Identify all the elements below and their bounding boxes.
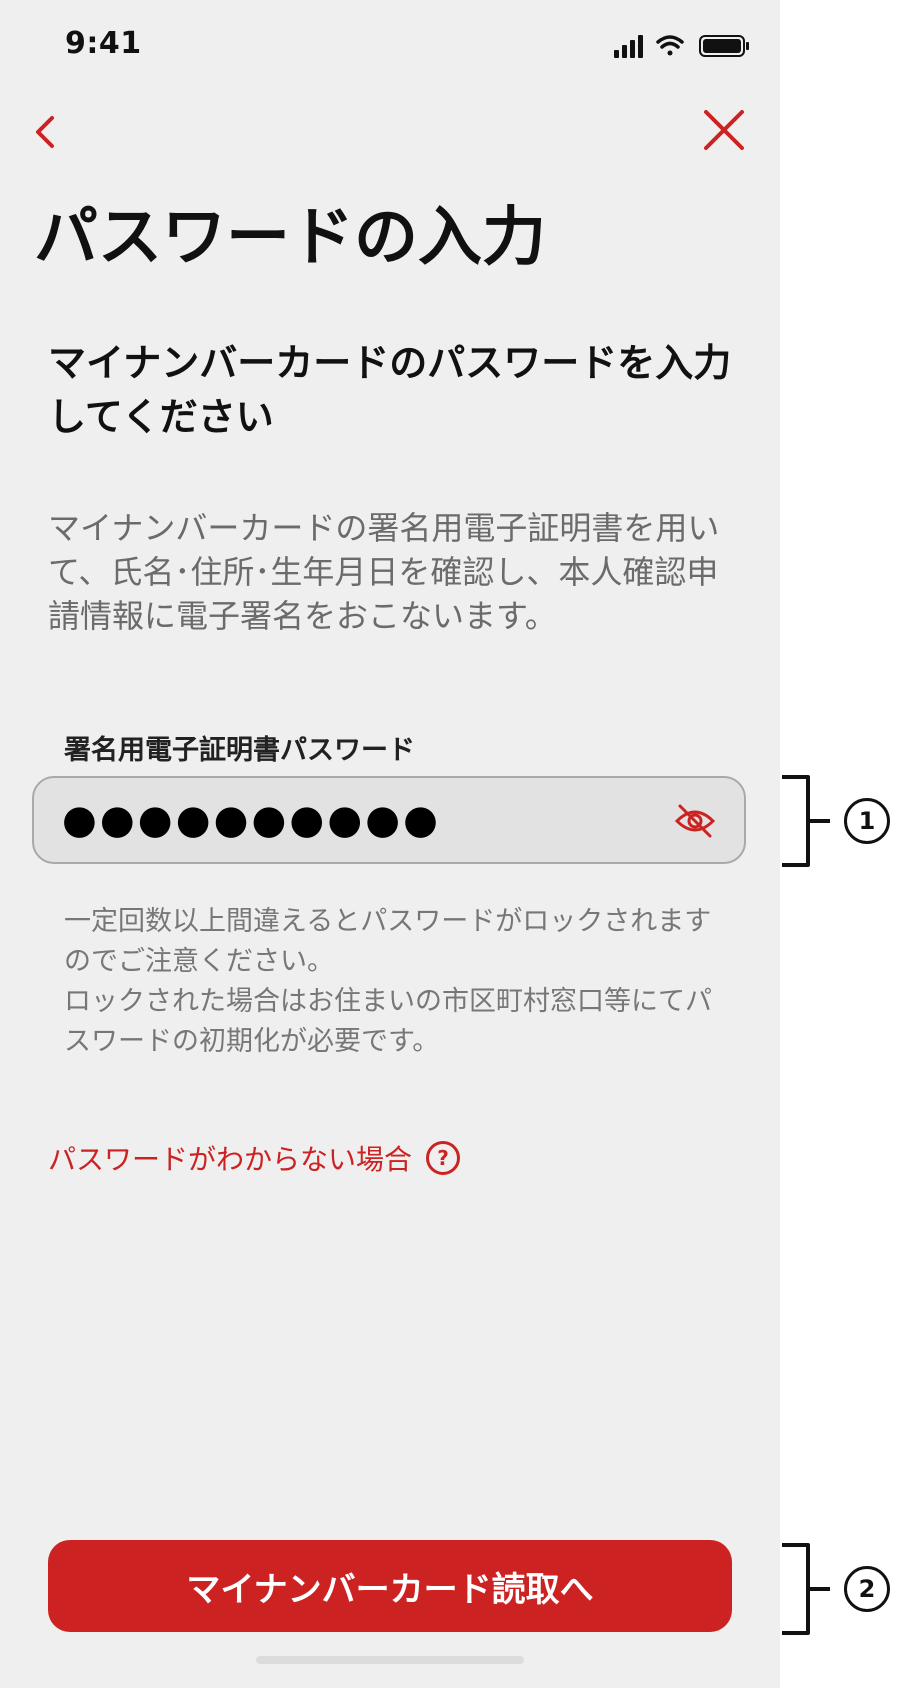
annotation-number-1: 1: [844, 798, 890, 844]
status-time: 9:41: [65, 26, 142, 61]
question-circle-icon: ?: [426, 1141, 461, 1175]
app-screen: 9:41 パスワードの入力 マイナンバーカードのパスワードを入力してください マ…: [0, 0, 780, 1688]
status-icons: [614, 35, 749, 58]
page-subtitle: マイナンバーカードのパスワードを入力してください: [48, 341, 732, 439]
annotation-number-2: 2: [844, 1566, 890, 1612]
signal-icon: [614, 35, 643, 58]
password-field-label: 署名用電子証明書パスワード: [64, 735, 415, 766]
help-link-label: パスワードがわからない場合: [48, 1143, 413, 1176]
password-lock-note: 一定回数以上間違えるとパスワードがロックされますのでご注意ください。 ロックされ…: [64, 906, 712, 1057]
password-masked-value: ●●●●●●●●●●: [62, 797, 442, 843]
eye-off-icon[interactable]: [674, 802, 716, 840]
home-indicator: [256, 1656, 524, 1664]
close-icon[interactable]: [700, 106, 748, 154]
chevron-left-icon[interactable]: [24, 106, 68, 158]
battery-icon: [699, 35, 749, 57]
wifi-icon: [656, 35, 684, 56]
page-title: パスワードの入力: [34, 201, 546, 275]
password-help-link[interactable]: パスワードがわからない場合 ?: [48, 1136, 461, 1180]
page-description: マイナンバーカードの署名用電子証明書を用いて、氏名･住所･生年月日を確認し、本人…: [48, 509, 720, 635]
password-input[interactable]: ●●●●●●●●●●: [32, 776, 746, 864]
read-card-button[interactable]: マイナンバーカード読取へ: [48, 1540, 732, 1632]
annotation-bracket-1: [782, 775, 830, 867]
annotation-bracket-2: [782, 1543, 830, 1635]
